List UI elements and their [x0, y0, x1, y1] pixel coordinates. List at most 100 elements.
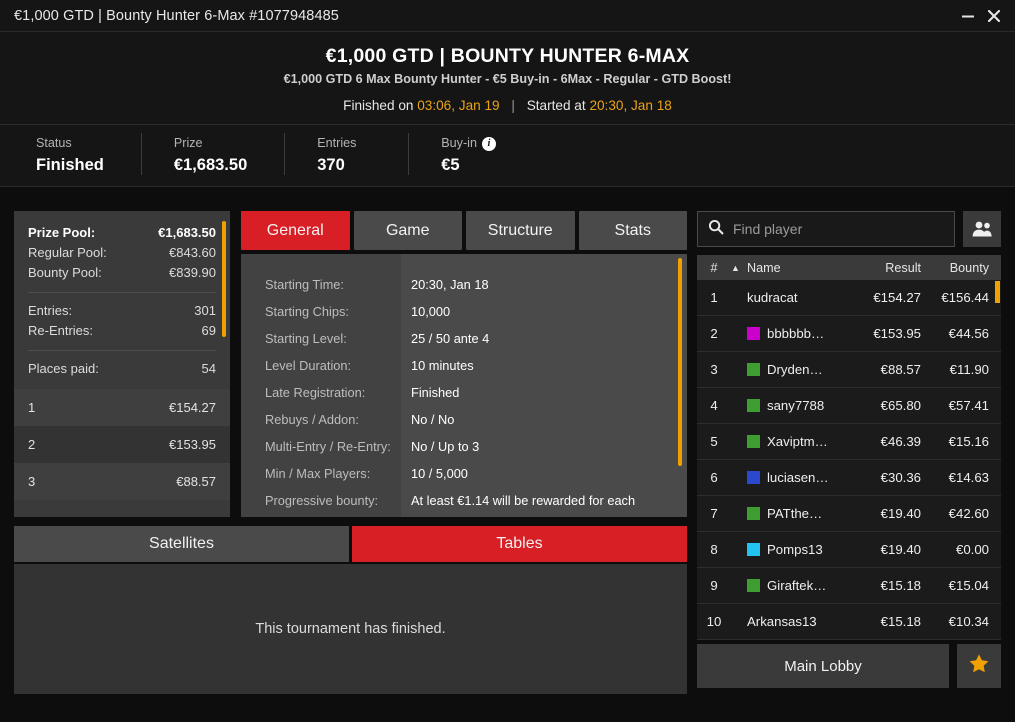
tab-general[interactable]: General: [241, 211, 350, 250]
table-row[interactable]: 5 Xaviptm… €46.39 €15.16: [697, 424, 1001, 460]
player-bounty: €0.00: [955, 542, 989, 557]
regular-pool-key: Regular Pool:: [28, 245, 107, 260]
general-label-column: Starting Time: Starting Chips: Starting …: [241, 254, 401, 517]
player-result: €154.27: [873, 290, 921, 305]
stat-prize-label: Prize: [173, 136, 203, 151]
general-label: Multi-Entry / Re-Entry:: [265, 439, 391, 454]
player-result: €153.95: [873, 326, 921, 341]
player-rank: 2: [710, 326, 718, 341]
table-row[interactable]: 7 PATthe… €19.40 €42.60: [697, 496, 1001, 532]
close-icon[interactable]: [981, 3, 1007, 29]
stat-status-value: Finished: [36, 156, 104, 175]
player-rank: 9: [710, 578, 718, 593]
finished-value: 03:06, Jan 19: [417, 98, 500, 114]
general-value: 10 minutes: [411, 358, 474, 373]
entries-value: 301: [194, 303, 216, 318]
tab-stats[interactable]: Stats: [578, 211, 687, 250]
stat-entries: Entries 370: [317, 133, 410, 176]
people-icon[interactable]: [963, 211, 1001, 247]
player-name-cell: Dryden…: [747, 362, 843, 377]
bounty-pool-value: €839.90: [169, 265, 216, 280]
table-row[interactable]: 10 Arkansas13 €15.18 €10.34: [697, 604, 1001, 640]
general-info-panel: Starting Time: Starting Chips: Starting …: [241, 254, 687, 517]
prize-panel-scrollbar[interactable]: [222, 221, 226, 337]
info-tabs: General Game Structure Stats: [241, 211, 687, 250]
table-row[interactable]: 4 sany7788 €65.80 €57.41: [697, 388, 1001, 424]
tab-game[interactable]: Game: [353, 211, 462, 250]
player-name: Giraftek…: [767, 578, 827, 593]
table-row[interactable]: 2 bbbbbb… €153.95 €44.56: [697, 316, 1001, 352]
stat-status-label: Status: [36, 136, 72, 151]
general-value: At least €1.14 will be rewarded for each: [411, 493, 636, 508]
stat-buyin: Buy-in i €5: [441, 136, 534, 175]
player-result: €46.39: [880, 434, 921, 449]
player-name-cell: kudracat: [747, 290, 843, 305]
sort-ascending-icon[interactable]: ▲: [731, 263, 747, 273]
column-header-rank[interactable]: #: [697, 261, 731, 275]
stat-buyin-value: €5: [441, 156, 460, 175]
player-rank: 3: [710, 362, 718, 377]
stat-entries-label: Entries: [317, 136, 357, 151]
search-input[interactable]: Find player: [697, 211, 955, 247]
player-name: Arkansas13: [747, 614, 817, 629]
table-row[interactable]: 8 Pomps13 €19.40 €0.00: [697, 532, 1001, 568]
column-header-bounty[interactable]: Bounty: [921, 261, 1001, 275]
general-label: Min / Max Players:: [265, 466, 371, 481]
payout-row[interactable]: 3 €88.57: [14, 463, 230, 500]
general-label: Starting Time:: [265, 277, 344, 292]
places-paid-key: Places paid:: [28, 361, 99, 376]
column-header-result[interactable]: Result: [843, 261, 921, 275]
stat-entries-value: 370: [317, 156, 345, 175]
bounty-pool-row: Bounty Pool: €839.90: [28, 263, 216, 283]
column-header-name[interactable]: Name: [747, 261, 843, 275]
footer-actions: Main Lobby: [697, 644, 1001, 688]
tournament-title: €1,000 GTD | BOUNTY HUNTER 6-MAX: [325, 45, 690, 67]
bottom-tabs: Satellites Tables: [14, 526, 687, 562]
tab-structure[interactable]: Structure: [466, 211, 575, 250]
entries-row: Entries: 301: [28, 301, 216, 321]
info-icon[interactable]: i: [481, 136, 496, 151]
player-color-swatch: [747, 579, 760, 592]
window-titlebar: €1,000 GTD | Bounty Hunter 6-Max #107794…: [0, 0, 1015, 32]
search-row: Find player: [697, 211, 1001, 247]
player-color-swatch: [747, 507, 760, 520]
general-value: 10,000: [411, 304, 451, 319]
player-result: €65.80: [880, 398, 921, 413]
general-label: Progressive bounty:: [265, 493, 379, 508]
main-lobby-button[interactable]: Main Lobby: [697, 644, 949, 688]
player-bounty: €15.04: [948, 578, 989, 593]
general-value-column: 20:30, Jan 18 10,000 25 / 50 ante 4 10 m…: [401, 254, 687, 517]
table-row[interactable]: 3 Dryden… €88.57 €11.90: [697, 352, 1001, 388]
table-row[interactable]: 1 kudracat €154.27 €156.44: [697, 280, 1001, 316]
tab-tables[interactable]: Tables: [352, 526, 687, 562]
player-name: PATthe…: [767, 506, 823, 521]
entries-key: Entries:: [28, 303, 73, 318]
player-name: Dryden…: [767, 362, 823, 377]
player-name: Pomps13: [767, 542, 823, 557]
player-name-cell: bbbbbb…: [747, 326, 843, 341]
general-label: Starting Level:: [265, 331, 347, 346]
payout-amount: €153.95: [169, 437, 216, 452]
player-table-scrollbar[interactable]: [995, 281, 1000, 303]
table-row[interactable]: 6 luciasen… €30.36 €14.63: [697, 460, 1001, 496]
player-bounty: €14.63: [948, 470, 989, 485]
player-color-swatch: [747, 327, 760, 340]
tournament-header: €1,000 GTD | BOUNTY HUNTER 6-MAX €1,000 …: [0, 32, 1015, 126]
payout-row[interactable]: 2 €153.95: [14, 426, 230, 463]
prize-pool-value: €1,683.50: [158, 225, 216, 240]
player-name-cell: luciasen…: [747, 470, 843, 485]
player-result: €30.36: [880, 470, 921, 485]
player-name-cell: Xaviptm…: [747, 434, 843, 449]
general-value: 10 / 5,000: [411, 466, 468, 481]
player-name: bbbbbb…: [767, 326, 825, 341]
general-panel-scrollbar[interactable]: [678, 258, 682, 466]
favorite-button[interactable]: [957, 644, 1001, 688]
minimize-button[interactable]: [955, 3, 981, 29]
payout-amount: €88.57: [176, 474, 216, 489]
table-row[interactable]: 9 Giraftek… €15.18 €15.04: [697, 568, 1001, 604]
payout-row[interactable]: 1 €154.27: [14, 389, 230, 426]
tab-satellites[interactable]: Satellites: [14, 526, 349, 562]
player-result: €88.57: [880, 362, 921, 377]
player-result: €15.18: [880, 614, 921, 629]
player-bounty: €42.60: [948, 506, 989, 521]
